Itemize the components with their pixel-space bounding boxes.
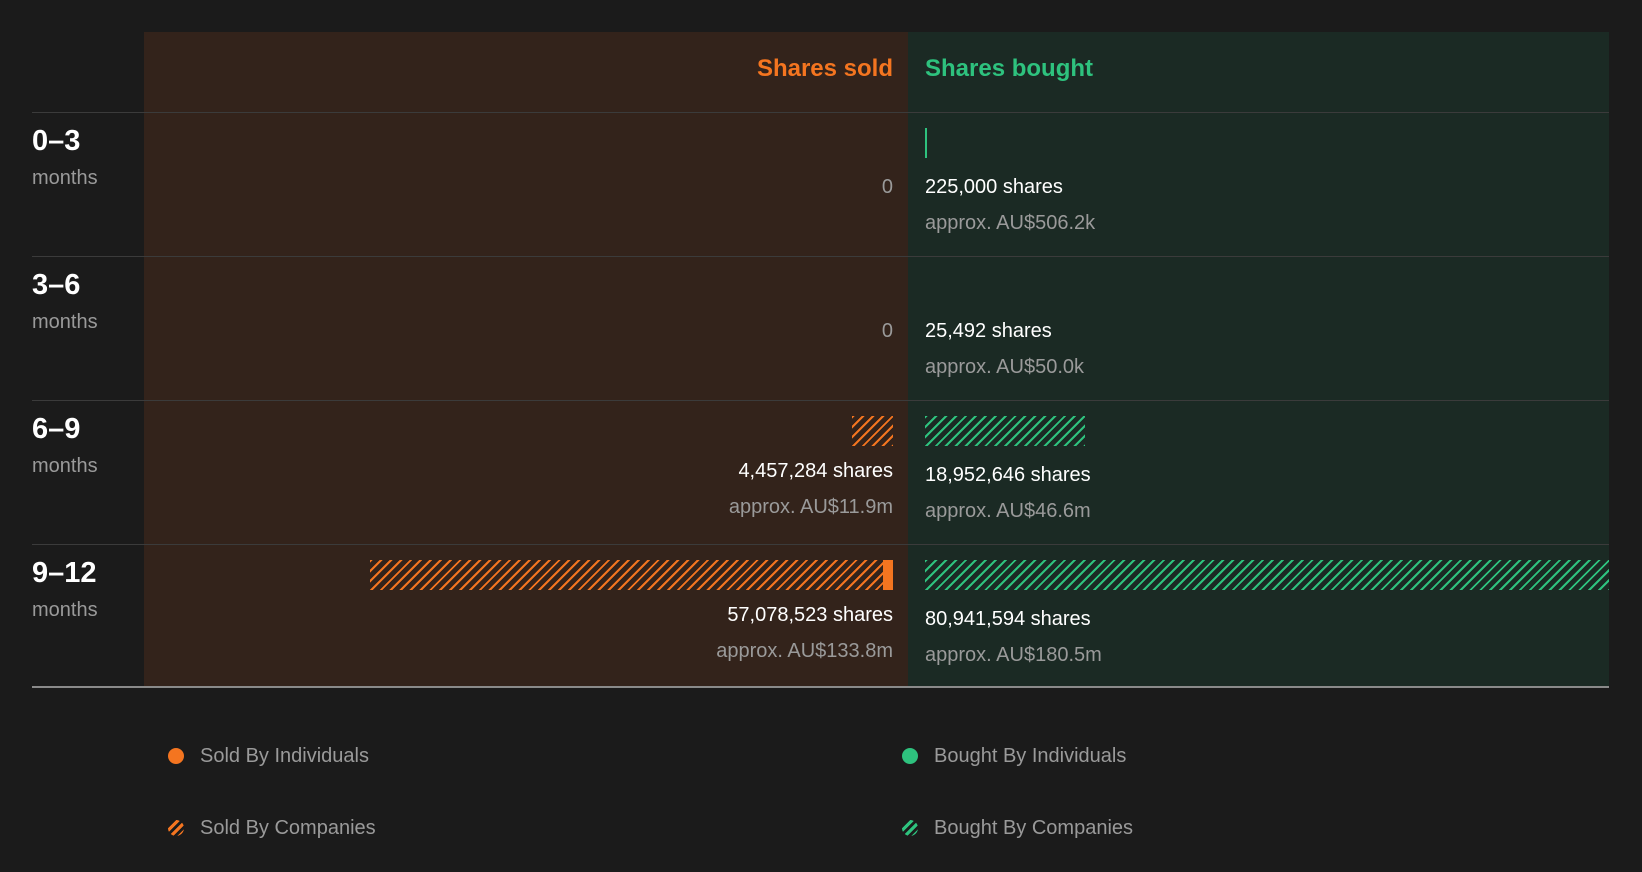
row-label: 6–9 months bbox=[32, 413, 98, 478]
sold-shares-value: 4,457,284 shares bbox=[738, 460, 893, 482]
divider bbox=[32, 544, 1609, 545]
sold-shares-value: 0 bbox=[881, 176, 893, 198]
divider bbox=[32, 400, 1609, 401]
period-range: 6–9 bbox=[32, 413, 81, 445]
legend-label-sold-co: Sold By Companies bbox=[200, 817, 376, 839]
legend-swatch-sold-co bbox=[168, 820, 184, 836]
bar-bought-companies bbox=[925, 560, 1609, 590]
legend-label-sold-ind: Sold By Individuals bbox=[200, 745, 369, 767]
row-label: 9–12 months bbox=[32, 557, 98, 622]
bought-approx-value: approx. AU$46.6m bbox=[925, 500, 1091, 522]
sold-shares-value: 57,078,523 shares bbox=[727, 604, 893, 626]
period-unit: months bbox=[32, 455, 98, 477]
chart-baseline bbox=[32, 686, 1609, 688]
bar-bought-individuals bbox=[925, 128, 927, 158]
bar-bought-companies bbox=[925, 416, 1085, 446]
bought-shares-value: 25,492 shares bbox=[925, 320, 1052, 342]
divider bbox=[32, 112, 1609, 113]
bar-sold-individuals bbox=[883, 560, 893, 590]
header-shares-bought: Shares bought bbox=[925, 55, 1094, 82]
bought-approx-value: approx. AU$180.5m bbox=[925, 644, 1102, 666]
period-unit: months bbox=[32, 167, 98, 189]
period-unit: months bbox=[32, 599, 98, 621]
legend-label-bought-ind: Bought By Individuals bbox=[934, 745, 1127, 767]
period-range: 9–12 bbox=[32, 557, 97, 589]
bought-shares-value: 18,952,646 shares bbox=[925, 464, 1091, 486]
sold-approx-value: approx. AU$133.8m bbox=[716, 640, 893, 662]
divider bbox=[32, 256, 1609, 257]
legend-swatch-bought-ind bbox=[902, 748, 918, 764]
bought-approx-value: approx. AU$506.2k bbox=[925, 212, 1096, 234]
bought-shares-value: 225,000 shares bbox=[925, 176, 1063, 198]
bar-sold-companies bbox=[370, 560, 883, 590]
sold-approx-value: approx. AU$11.9m bbox=[728, 496, 893, 518]
period-range: 0–3 bbox=[32, 125, 81, 157]
bought-approx-value: approx. AU$50.0k bbox=[925, 356, 1084, 378]
period-range: 3–6 bbox=[32, 269, 81, 301]
header-shares-sold: Shares sold bbox=[756, 55, 893, 82]
row-label: 0–3 months bbox=[32, 125, 98, 190]
legend-label-bought-co: Bought By Companies bbox=[934, 817, 1134, 839]
legend-swatch-sold-ind bbox=[168, 748, 184, 764]
bar-sold-companies bbox=[852, 416, 893, 446]
row-label: 3–6 months bbox=[32, 269, 98, 334]
period-unit: months bbox=[32, 311, 98, 333]
bought-shares-value: 80,941,594 shares bbox=[925, 608, 1091, 630]
legend-swatch-bought-co bbox=[902, 820, 918, 836]
sold-shares-value: 0 bbox=[881, 320, 893, 342]
